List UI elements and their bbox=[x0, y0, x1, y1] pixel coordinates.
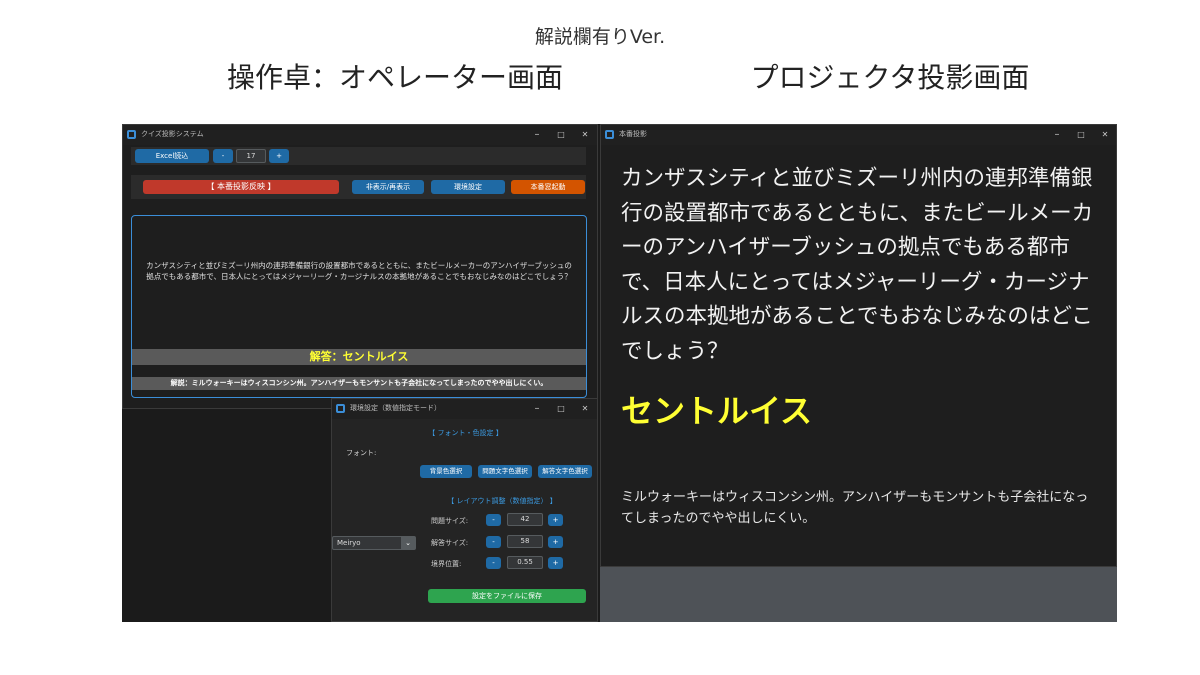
answer-size-label: 解答サイズ: bbox=[431, 539, 469, 547]
minimize-icon[interactable]: – bbox=[525, 127, 549, 143]
maximize-icon[interactable]: □ bbox=[1069, 127, 1093, 143]
project-to-screen-button[interactable]: 【 本番投影反映 】 bbox=[143, 180, 339, 194]
projector-screen-heading: プロジェクタ投影画面 bbox=[750, 61, 1030, 94]
background-color-button[interactable]: 背景色選択 bbox=[420, 465, 472, 478]
preview-panel: カンザスシティと並びミズーリ州内の連邦準備銀行の設置都市であるとともに、またビー… bbox=[131, 215, 587, 398]
font-color-section-heading: 【 フォント・色設定 】 bbox=[428, 429, 503, 437]
preview-question-text: カンザスシティと並びミズーリ州内の連邦準備銀行の設置都市であるとともに、またビー… bbox=[146, 261, 572, 281]
settings-window-title: 環境設定（数値指定モード） bbox=[350, 404, 441, 412]
boundary-position-label: 境界位置: bbox=[431, 560, 462, 568]
question-number-input[interactable]: 17 bbox=[236, 149, 266, 163]
answer-text-color-button[interactable]: 解答文字色選択 bbox=[538, 465, 592, 478]
desktop-background bbox=[600, 567, 1117, 622]
operator-screen-heading: 操作卓：オペレーター画面 bbox=[226, 61, 563, 94]
question-size-input[interactable]: 42 bbox=[507, 513, 543, 526]
operator-window: クイズ投影システム – □ ✕ Excel読込 - 17 + 【 本番投影反映 … bbox=[122, 124, 598, 409]
question-size-minus-button[interactable]: - bbox=[486, 514, 501, 526]
close-icon[interactable]: ✕ bbox=[1093, 127, 1116, 143]
projection-question-text: カンザスシティと並びミズーリ州内の連邦準備銀行の設置都市であるとともに、またビー… bbox=[621, 166, 1094, 364]
app-icon bbox=[127, 130, 136, 139]
launch-projection-window-button[interactable]: 本番窓起動 bbox=[511, 180, 585, 194]
minimize-icon[interactable]: – bbox=[1045, 127, 1069, 143]
preview-answer-text: 解答：セントルイス bbox=[309, 350, 409, 363]
boundary-position-input[interactable]: 0.55 bbox=[507, 556, 543, 569]
font-select-value: Meiryo bbox=[337, 539, 361, 547]
question-size-label: 問題サイズ: bbox=[431, 517, 469, 525]
projection-commentary-text: ミルウォーキーはウィスコンシン州。アンハイザーもモンサントも子会社になってしまっ… bbox=[621, 490, 1089, 526]
question-size-plus-button[interactable]: + bbox=[548, 514, 563, 526]
preview-commentary-text: 解説：ミルウォーキーはウィスコンシン州。アンハイザーもモンサントも子会社になって… bbox=[170, 379, 548, 387]
slide-subtitle: 解説欄有りVer. bbox=[534, 26, 666, 48]
projection-window-title: 本番投影 bbox=[619, 130, 647, 138]
answer-size-minus-button[interactable]: - bbox=[486, 536, 501, 548]
maximize-icon[interactable]: □ bbox=[549, 401, 573, 417]
minimize-icon[interactable]: – bbox=[525, 401, 549, 417]
excel-load-button[interactable]: Excel読込 bbox=[135, 149, 209, 163]
answer-size-plus-button[interactable]: + bbox=[548, 536, 563, 548]
app-icon bbox=[336, 404, 345, 413]
app-icon bbox=[605, 130, 614, 139]
environment-settings-button[interactable]: 環境設定 bbox=[431, 180, 505, 194]
question-number-plus-button[interactable]: + bbox=[269, 149, 289, 163]
projection-answer-text: セントルイス bbox=[621, 392, 813, 430]
toggle-visibility-button[interactable]: 非表示/再表示 bbox=[352, 180, 424, 194]
preview-answer-bar: 解答：セントルイス bbox=[132, 349, 586, 365]
font-select[interactable]: Meiryo ⌄ bbox=[332, 536, 416, 550]
screenshot-area: クイズ投影システム – □ ✕ Excel読込 - 17 + 【 本番投影反映 … bbox=[122, 124, 1117, 622]
projection-titlebar: 本番投影 – □ ✕ bbox=[601, 125, 1116, 145]
settings-window: 環境設定（数値指定モード） – □ ✕ 【 フォント・色設定 】 フォント: 背… bbox=[331, 398, 598, 622]
save-settings-button[interactable]: 設定をファイルに保存 bbox=[428, 589, 586, 603]
font-label: フォント: bbox=[346, 449, 377, 457]
projection-window: 本番投影 – □ ✕ カンザスシティと並びミズーリ州内の連邦準備銀行の設置都市で… bbox=[600, 124, 1117, 567]
boundary-position-minus-button[interactable]: - bbox=[486, 557, 501, 569]
operator-window-title: クイズ投影システム bbox=[141, 130, 204, 138]
preview-commentary-bar: 解説：ミルウォーキーはウィスコンシン州。アンハイザーもモンサントも子会社になって… bbox=[132, 377, 586, 390]
layout-section-heading: 【 レイアウト調整（数値指定） 】 bbox=[447, 497, 557, 505]
chevron-down-icon: ⌄ bbox=[401, 537, 415, 549]
answer-size-input[interactable]: 58 bbox=[507, 535, 543, 548]
close-icon[interactable]: ✕ bbox=[573, 127, 597, 143]
operator-titlebar: クイズ投影システム – □ ✕ bbox=[123, 125, 597, 145]
boundary-position-plus-button[interactable]: + bbox=[548, 557, 563, 569]
question-number-minus-button[interactable]: - bbox=[213, 149, 233, 163]
maximize-icon[interactable]: □ bbox=[549, 127, 573, 143]
question-text-color-button[interactable]: 問題文字色選択 bbox=[478, 465, 532, 478]
settings-titlebar: 環境設定（数値指定モード） – □ ✕ bbox=[332, 399, 597, 419]
close-icon[interactable]: ✕ bbox=[573, 401, 597, 417]
